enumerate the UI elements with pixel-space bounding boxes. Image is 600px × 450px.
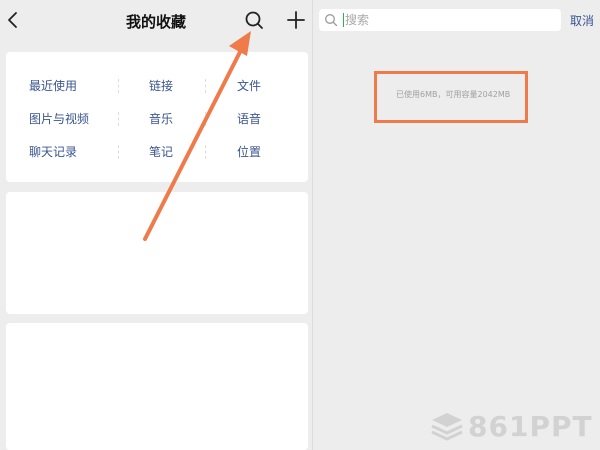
category-photos-videos[interactable]: 图片与视频 (29, 110, 89, 127)
divider (205, 145, 206, 159)
divider (118, 112, 119, 126)
category-recent[interactable]: 最近使用 (29, 77, 77, 94)
cancel-button[interactable]: 取消 (570, 12, 594, 29)
watermark: 861PPT (430, 409, 593, 443)
search-panel: 取消 已使用6MB，可用容量2042MB (313, 0, 600, 450)
highlight-box (374, 71, 528, 123)
category-voice[interactable]: 语音 (237, 110, 261, 127)
search-icon (325, 14, 338, 27)
search-icon[interactable] (243, 9, 265, 31)
category-card: 最近使用 链接 文件 图片与视频 音乐 语音 聊天记录 笔记 位置 (6, 52, 308, 182)
favorites-panel: 我的收藏 最近使用 链接 文件 图片与视频 音乐 语音 聊天记录 笔记 位置 (0, 0, 312, 450)
page-title: 我的收藏 (125, 13, 186, 31)
watermark-text: 861PPT (468, 409, 593, 443)
favorite-item-card[interactable] (6, 323, 308, 450)
category-chat-history[interactable]: 聊天记录 (29, 143, 77, 160)
search-input[interactable] (345, 11, 555, 29)
search-bar[interactable] (319, 9, 561, 31)
category-music[interactable]: 音乐 (149, 110, 173, 127)
category-links[interactable]: 链接 (149, 77, 173, 94)
category-location[interactable]: 位置 (237, 143, 261, 160)
category-notes[interactable]: 笔记 (149, 143, 173, 160)
text-cursor (343, 13, 344, 27)
divider (118, 145, 119, 159)
category-files[interactable]: 文件 (237, 77, 261, 94)
divider (205, 112, 206, 126)
favorites-topbar: 我的收藏 (0, 0, 312, 42)
divider (118, 79, 119, 93)
favorite-item-card[interactable] (6, 192, 308, 314)
divider (205, 79, 206, 93)
plus-icon[interactable] (286, 9, 306, 31)
layers-icon (431, 413, 463, 441)
